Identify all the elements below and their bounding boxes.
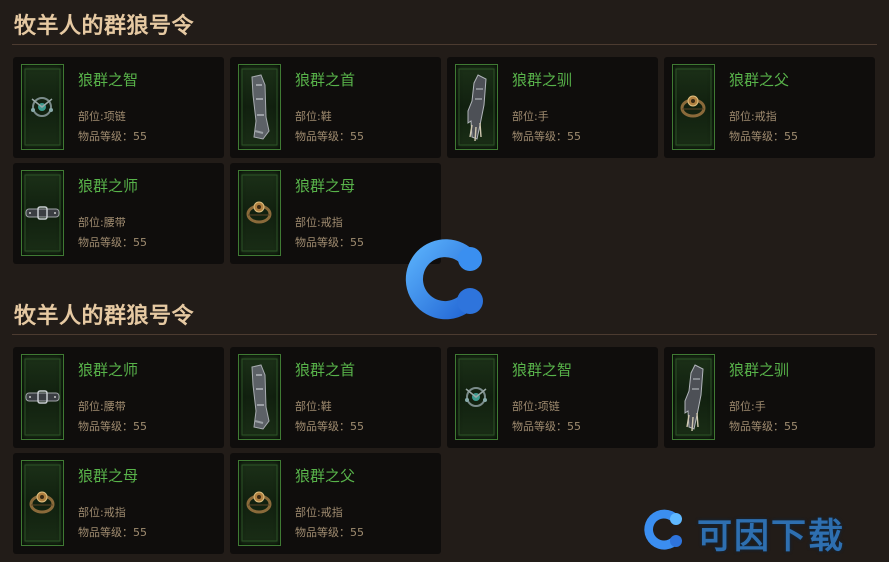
item-level: 物品等级：55 xyxy=(295,526,364,539)
boots-icon xyxy=(241,68,278,146)
item-level: 物品等级：55 xyxy=(78,130,147,143)
item-level: 物品等级：55 xyxy=(78,526,147,539)
item-name[interactable]: 狼群之智 xyxy=(512,359,572,380)
item-level: 物品等级：55 xyxy=(295,420,364,433)
item-card[interactable]: 狼群之驯部位:手物品等级：55 xyxy=(664,347,875,448)
item-card[interactable]: 狼群之智部位:项链物品等级：55 xyxy=(13,57,224,158)
item-card[interactable]: 狼群之首部位:鞋物品等级：55 xyxy=(230,57,441,158)
item-slot: 部位:戒指 xyxy=(78,506,126,519)
item-level: 物品等级：55 xyxy=(729,420,798,433)
item-thumbnail xyxy=(672,64,715,150)
item-thumbnail xyxy=(21,460,64,546)
item-card[interactable]: 狼群之师部位:腰带物品等级：55 xyxy=(13,347,224,448)
item-thumbnail xyxy=(21,170,64,256)
item-slot: 部位:腰带 xyxy=(78,400,126,413)
section-title: 牧羊人的群狼号令 xyxy=(14,14,195,39)
item-level: 物品等级：55 xyxy=(512,420,581,433)
ring-icon xyxy=(24,464,61,542)
item-thumbnail xyxy=(455,64,498,150)
item-level: 物品等级：55 xyxy=(295,236,364,249)
watermark-small-logo-icon xyxy=(644,509,682,550)
item-name[interactable]: 狼群之驯 xyxy=(729,359,789,380)
gloves-icon xyxy=(458,68,495,146)
item-thumbnail xyxy=(238,354,281,440)
item-card[interactable]: 狼群之母部位:戒指物品等级：55 xyxy=(13,453,224,554)
gloves-icon xyxy=(675,358,712,436)
item-name[interactable]: 狼群之师 xyxy=(78,359,138,380)
item-card[interactable]: 狼群之首部位:鞋物品等级：55 xyxy=(230,347,441,448)
divider xyxy=(12,334,877,335)
item-level: 物品等级：55 xyxy=(512,130,581,143)
amulet-icon xyxy=(458,358,495,436)
watermark-text: 可因下载 xyxy=(697,517,846,557)
section-title: 牧羊人的群狼号令 xyxy=(14,304,195,329)
item-slot: 部位:戒指 xyxy=(295,506,343,519)
item-thumbnail xyxy=(238,64,281,150)
item-slot: 部位:鞋 xyxy=(295,110,332,123)
item-thumbnail xyxy=(238,460,281,546)
item-name[interactable]: 狼群之母 xyxy=(295,175,355,196)
item-slot: 部位:戒指 xyxy=(729,110,777,123)
item-name[interactable]: 狼群之首 xyxy=(295,69,355,90)
item-level: 物品等级：55 xyxy=(78,420,147,433)
item-name[interactable]: 狼群之母 xyxy=(78,465,138,486)
item-name[interactable]: 狼群之首 xyxy=(295,359,355,380)
item-slot: 部位:项链 xyxy=(512,400,560,413)
item-thumbnail xyxy=(21,64,64,150)
item-card[interactable]: 狼群之驯部位:手物品等级：55 xyxy=(447,57,658,158)
belt-icon xyxy=(24,358,61,436)
item-slot: 部位:戒指 xyxy=(295,216,343,229)
belt-icon xyxy=(24,174,61,252)
item-slot: 部位:手 xyxy=(512,110,549,123)
divider xyxy=(12,44,877,45)
item-card[interactable]: 狼群之父部位:戒指物品等级：55 xyxy=(664,57,875,158)
item-slot: 部位:鞋 xyxy=(295,400,332,413)
item-name[interactable]: 狼群之驯 xyxy=(512,69,572,90)
item-level: 物品等级：55 xyxy=(78,236,147,249)
item-name[interactable]: 狼群之智 xyxy=(78,69,138,90)
item-thumbnail xyxy=(21,354,64,440)
item-card[interactable]: 狼群之父部位:戒指物品等级：55 xyxy=(230,453,441,554)
ring-icon xyxy=(241,174,278,252)
ring-icon xyxy=(241,464,278,542)
item-name[interactable]: 狼群之父 xyxy=(729,69,789,90)
amulet-icon xyxy=(24,68,61,146)
boots-icon xyxy=(241,358,278,436)
item-name[interactable]: 狼群之父 xyxy=(295,465,355,486)
item-name[interactable]: 狼群之师 xyxy=(78,175,138,196)
item-card[interactable]: 狼群之智部位:项链物品等级：55 xyxy=(447,347,658,448)
item-card[interactable]: 狼群之师部位:腰带物品等级：55 xyxy=(13,163,224,264)
item-slot: 部位:腰带 xyxy=(78,216,126,229)
item-thumbnail xyxy=(238,170,281,256)
item-level: 物品等级：55 xyxy=(295,130,364,143)
item-slot: 部位:手 xyxy=(729,400,766,413)
item-level: 物品等级：55 xyxy=(729,130,798,143)
item-thumbnail xyxy=(672,354,715,440)
item-thumbnail xyxy=(455,354,498,440)
ring-icon xyxy=(675,68,712,146)
watermark-logo-icon xyxy=(405,239,483,320)
item-slot: 部位:项链 xyxy=(78,110,126,123)
